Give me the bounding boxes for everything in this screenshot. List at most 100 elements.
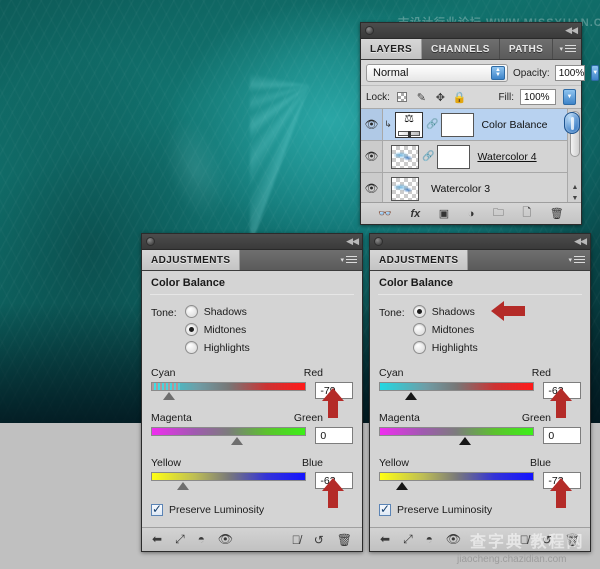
slider-cyan-red-right[interactable] (379, 382, 535, 400)
layer-row-watercolor-3[interactable]: 👁 Watercolor 3 (361, 173, 581, 205)
panel-menu-button[interactable]: ▾ (559, 43, 576, 54)
layer-row-watercolor-4[interactable]: 👁 🔗 Watercolor 4 (361, 141, 581, 173)
slider-label-cyan: Cyan (151, 367, 176, 379)
radio-icon (184, 305, 198, 318)
slider-label-green: Green (521, 412, 551, 424)
preview-previous-icon[interactable]: 👁̸ (292, 533, 301, 547)
new-group-icon[interactable]: 🗀 (493, 204, 504, 223)
layer-name-color-balance: Color Balance (481, 118, 548, 131)
layers-panel-titlebar[interactable]: ◀◀ (361, 23, 581, 39)
checkbox-icon[interactable] (151, 502, 163, 516)
back-to-list-icon[interactable]: ⬅ (380, 532, 390, 547)
clip-to-layer-icon[interactable]: ◓ (198, 532, 205, 547)
adjustments-left-titlebar[interactable]: ◀◀ (142, 234, 362, 250)
layer-visibility-toggle[interactable]: 👁 (361, 173, 383, 204)
toggle-visibility-icon[interactable]: 👁 (218, 532, 233, 547)
layer-thumbnail-watercolor-3[interactable] (391, 176, 419, 201)
slider-magenta-green-left[interactable] (151, 427, 307, 445)
fill-stepper-icon[interactable]: ▼ (563, 89, 576, 105)
radio-midtones[interactable]: Midtones (412, 323, 478, 336)
slider-thumb[interactable] (405, 392, 417, 400)
slider-track (151, 472, 307, 481)
add-mask-icon[interactable]: ▣ (439, 207, 449, 220)
layer-mask-thumbnail[interactable] (441, 112, 475, 137)
link-layers-icon[interactable]: 👓 (378, 207, 392, 220)
slider-thumb[interactable] (177, 482, 189, 490)
slider-label-cyan: Cyan (379, 367, 404, 379)
fill-input[interactable]: 100% (520, 89, 556, 105)
watermark-bottom: jiaocheng.chazidian.com (457, 554, 567, 565)
radio-label-shadows: Shadows (203, 305, 247, 318)
slider-value-magenta-green-right[interactable]: 0 (543, 427, 581, 444)
blend-mode-select[interactable]: Normal ▲ ▼ (366, 64, 508, 82)
collapse-icon[interactable]: ◀◀ (346, 237, 359, 246)
tab-adjustments[interactable]: ADJUSTMENTS (142, 250, 241, 270)
delete-layer-icon[interactable]: 🗑 (550, 207, 564, 220)
toggle-visibility-icon[interactable]: 👁 (446, 532, 461, 547)
slider-thumb[interactable] (231, 437, 243, 445)
expand-view-icon[interactable]: ⤢ (175, 532, 185, 547)
slider-value-magenta-green-left[interactable]: 0 (315, 427, 353, 444)
radio-midtones[interactable]: Midtones (184, 323, 250, 336)
close-dot-icon[interactable] (146, 237, 155, 246)
tab-layers[interactable]: LAYERS (361, 39, 423, 59)
slider-yellow-blue-left[interactable] (151, 472, 307, 490)
chevron-updown-icon[interactable]: ▲ ▼ (491, 66, 505, 80)
collapse-icon[interactable]: ◀◀ (574, 237, 587, 246)
slider-track (379, 472, 535, 481)
layer-visibility-toggle[interactable]: 👁 (361, 141, 383, 172)
new-layer-icon[interactable]: 🗋 (522, 204, 531, 223)
radio-shadows[interactable]: Shadows (184, 305, 250, 318)
lock-all-icon[interactable]: 🔒 (453, 91, 467, 104)
lock-label: Lock: (366, 91, 390, 103)
scroll-up-icon[interactable]: ▲ (570, 182, 580, 193)
radio-label-midtones: Midtones (431, 323, 475, 336)
layer-visibility-toggle[interactable]: 👁 (361, 109, 383, 140)
tab-channels[interactable]: CHANNELS (422, 39, 500, 59)
slider-thumb[interactable] (396, 482, 408, 490)
radio-shadows[interactable]: Shadows (412, 301, 525, 321)
slider-magenta-green-right[interactable] (379, 427, 535, 445)
transparency-lock-icon[interactable] (396, 91, 409, 104)
slider-yellow-blue-right[interactable] (379, 472, 535, 490)
opacity-stepper-icon[interactable]: ▼ (591, 65, 600, 81)
annotation-arrow-shadows-right (490, 301, 525, 321)
clip-to-layer-icon[interactable]: ◓ (426, 532, 433, 547)
layer-style-fx-icon[interactable]: fx (410, 208, 420, 220)
screenshot-root: 志设计行业论坛 WWW.MISSYUAN.COM ◀◀ LAYERS CHANN… (0, 0, 600, 569)
slider-cyan-red-left[interactable] (151, 382, 307, 400)
opacity-input[interactable]: 100% (554, 65, 586, 81)
delete-adjustment-icon[interactable]: 🗑 (337, 533, 352, 547)
layer-mask-thumbnail[interactable] (437, 144, 471, 169)
link-mask-icon[interactable]: 🔗 (426, 119, 438, 130)
adjustments-panel-right: ◀◀ ADJUSTMENTS ▾ Color Balance Tone: Sha… (369, 233, 591, 552)
radio-highlights[interactable]: Highlights (412, 341, 478, 354)
slider-label-yellow: Yellow (379, 457, 409, 469)
adjustment-thumbnail-color-balance[interactable]: ⚖ (395, 111, 423, 138)
slider-thumb[interactable] (163, 392, 175, 400)
new-fill-adjustment-icon[interactable]: ◑ (468, 208, 475, 220)
link-mask-icon[interactable]: 🔗 (422, 151, 434, 162)
radio-icon (412, 323, 426, 336)
blue-indicator-knob[interactable] (564, 112, 580, 134)
slider-thumb[interactable] (459, 437, 471, 445)
tab-adjustments[interactable]: ADJUSTMENTS (370, 250, 469, 270)
brush-lock-icon[interactable]: ✎ (415, 91, 428, 104)
close-dot-icon[interactable] (374, 237, 383, 246)
layer-row-color-balance[interactable]: 👁 ↳ ⚖ 🔗 Color Balance (361, 109, 581, 141)
adjustments-left-tabstrip: ADJUSTMENTS ▾ (142, 250, 362, 271)
close-dot-icon[interactable] (365, 26, 374, 35)
back-to-list-icon[interactable]: ⬅ (152, 532, 162, 547)
collapse-icon[interactable]: ◀◀ (565, 26, 578, 35)
move-lock-icon[interactable]: ✥ (434, 91, 447, 104)
reset-icon[interactable]: ↺ (314, 533, 324, 547)
adjustments-right-titlebar[interactable]: ◀◀ (370, 234, 590, 250)
hamburger-icon (574, 254, 585, 265)
panel-menu-button[interactable]: ▾ (568, 254, 585, 265)
tab-paths[interactable]: PATHS (500, 39, 554, 59)
radio-highlights[interactable]: Highlights (184, 341, 250, 354)
layer-thumbnail-watercolor-4[interactable] (391, 144, 419, 169)
checkbox-icon[interactable] (379, 502, 391, 516)
expand-view-icon[interactable]: ⤢ (403, 532, 413, 547)
panel-menu-button[interactable]: ▾ (340, 254, 357, 265)
